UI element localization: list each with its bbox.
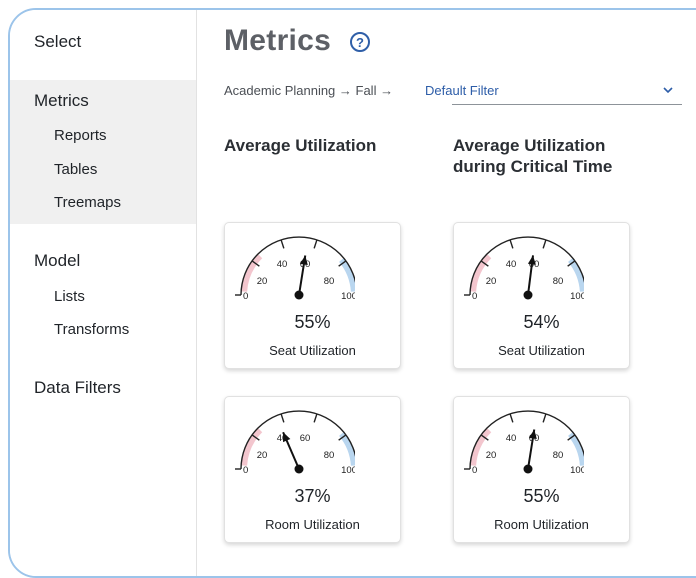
gauge-tick bbox=[542, 413, 547, 423]
chevron-down-icon bbox=[663, 87, 673, 94]
sidebar-item-tables[interactable]: Tables bbox=[54, 161, 97, 178]
gauge-needle-hub bbox=[523, 290, 533, 300]
gauge-needle-hub bbox=[523, 464, 533, 474]
gauge-tick-label: 40 bbox=[506, 259, 517, 270]
gauge-tick bbox=[509, 413, 514, 423]
gauge-tick bbox=[313, 239, 318, 249]
gauge-percentage: 54% bbox=[523, 312, 560, 332]
gauge-card[interactable]: 020406080100 55% Room Utilization bbox=[453, 396, 630, 543]
gauge-tick-label: 100 bbox=[341, 465, 355, 476]
gauge-percentage: 55% bbox=[294, 312, 331, 332]
gauge-high-zone bbox=[338, 432, 355, 466]
utilization-gauge: 020406080100 bbox=[235, 410, 355, 476]
gauge-needle-hub bbox=[294, 290, 304, 300]
gauge-tick-label: 20 bbox=[486, 450, 497, 461]
help-icon[interactable]: ? bbox=[350, 32, 370, 52]
gauge-tick-label: 20 bbox=[257, 450, 268, 461]
gauge-tick bbox=[313, 413, 318, 423]
filter-dropdown-value: Default Filter bbox=[425, 83, 499, 98]
gauge-tick-label: 80 bbox=[553, 450, 564, 461]
gauge-tick-label: 60 bbox=[300, 433, 311, 444]
column-title-average-utilization: Average Utilization bbox=[224, 135, 376, 156]
gauge-card[interactable]: 020406080100 54% Seat Utilization bbox=[453, 222, 630, 369]
gauge-tick bbox=[542, 239, 547, 249]
gauge-high-zone bbox=[567, 258, 584, 292]
gauge-percentage: 55% bbox=[523, 486, 560, 506]
sidebar-item-treemaps[interactable]: Treemaps bbox=[54, 194, 121, 211]
sidebar-item-transforms[interactable]: Transforms bbox=[54, 321, 129, 338]
gauge-tick-label: 0 bbox=[472, 291, 477, 302]
gauge-tick-label: 100 bbox=[570, 465, 584, 476]
gauge-tick-label: 20 bbox=[486, 276, 497, 287]
gauge-percentage: 37% bbox=[294, 486, 331, 506]
gauge-label: Room Utilization bbox=[265, 517, 360, 532]
gauge-tick-label: 80 bbox=[553, 276, 564, 287]
gauge-tick bbox=[509, 239, 514, 249]
column-title-critical-time: Average Utilization during Critical Time bbox=[453, 135, 612, 177]
gauge-high-zone bbox=[338, 258, 355, 292]
sidebar-item-reports[interactable]: Reports bbox=[54, 127, 107, 144]
gauge-tick-label: 20 bbox=[257, 276, 268, 287]
gauge-needle-hub bbox=[294, 464, 304, 474]
sidebar: Select Metrics Reports Tables Treemaps M… bbox=[10, 10, 197, 576]
page-title: Metrics bbox=[224, 24, 332, 57]
gauge-tick bbox=[280, 239, 285, 249]
gauge-tick-label: 0 bbox=[472, 465, 477, 476]
utilization-gauge: 020406080100 bbox=[235, 236, 355, 302]
sidebar-item-model[interactable]: Model bbox=[34, 251, 80, 271]
gauge-tick-label: 100 bbox=[341, 291, 355, 302]
main-content: Metrics ? Academic Planning → Fall → Def… bbox=[197, 10, 696, 576]
gauge-tick-label: 80 bbox=[324, 276, 335, 287]
utilization-gauge: 020406080100 bbox=[464, 410, 584, 476]
gauge-tick-label: 0 bbox=[243, 465, 248, 476]
filter-dropdown[interactable]: Default Filter bbox=[425, 82, 682, 105]
gauge-label: Room Utilization bbox=[494, 517, 589, 532]
column-title-line: Average Utilization bbox=[453, 136, 606, 155]
gauge-tick-label: 0 bbox=[243, 291, 248, 302]
gauge-card[interactable]: 020406080100 55% Seat Utilization bbox=[224, 222, 401, 369]
sidebar-item-data-filters[interactable]: Data Filters bbox=[34, 378, 121, 398]
app-frame: Select Metrics Reports Tables Treemaps M… bbox=[8, 8, 696, 578]
breadcrumb: Academic Planning → Fall → bbox=[224, 83, 394, 98]
gauge-tick-label: 80 bbox=[324, 450, 335, 461]
sidebar-item-metrics[interactable]: Metrics bbox=[34, 91, 89, 111]
column-title-line: Average Utilization bbox=[224, 136, 377, 155]
gauge-tick-label: 40 bbox=[506, 433, 517, 444]
gauge-tick bbox=[280, 413, 285, 423]
utilization-gauge: 020406080100 bbox=[464, 236, 584, 302]
column-title-line: during Critical Time bbox=[453, 157, 613, 176]
gauge-card[interactable]: 020406080100 37% Room Utilization bbox=[224, 396, 401, 543]
gauge-high-zone bbox=[567, 432, 584, 466]
gauge-label: Seat Utilization bbox=[269, 343, 356, 358]
gauge-tick-label: 40 bbox=[277, 259, 288, 270]
gauge-label: Seat Utilization bbox=[498, 343, 585, 358]
sidebar-item-lists[interactable]: Lists bbox=[54, 288, 85, 305]
sidebar-select-label: Select bbox=[34, 32, 82, 51]
gauge-tick-label: 100 bbox=[570, 291, 584, 302]
